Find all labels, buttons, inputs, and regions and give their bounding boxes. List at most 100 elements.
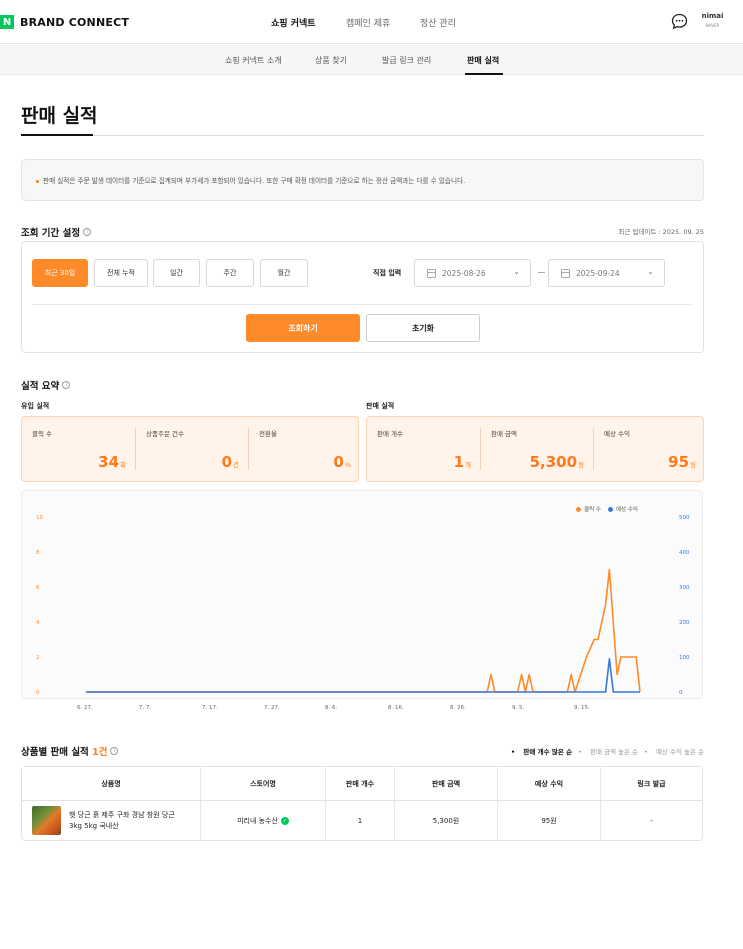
y-right-tick-label: 100: [679, 655, 690, 661]
x-tick-label: 7. 17.: [202, 705, 218, 711]
reset-button[interactable]: 초기화: [366, 314, 480, 342]
top-nav-settlement[interactable]: 정산 관리: [420, 16, 456, 29]
metric-label: 판매 금액: [491, 430, 517, 438]
x-tick-label: 9. 15.: [574, 705, 590, 711]
sort-by-profit[interactable]: • 예상 수익 높은 순: [644, 746, 704, 756]
period-button-30days[interactable]: 최근 30일: [32, 259, 88, 287]
metric-unit: 건: [233, 461, 239, 469]
notice-text: 판매 실적은 주문 발생 데이터를 기준으로 집계되며 부가세가 포함되어 있습…: [43, 177, 466, 185]
products-title-text: 상품별 판매 실적: [21, 747, 89, 758]
product-name[interactable]: 햇 당근 흙 제주 구좌 경남 창원 당근 3kg 5kg 국내산: [69, 810, 189, 832]
notice-box: 판매 실적은 주문 발생 데이터를 기준으로 집계되며 부가세가 포함되어 있습…: [21, 159, 704, 201]
y-right-tick-label: 0: [679, 690, 683, 696]
sort-options: • 판매 개수 많은 순 • 판매 금액 높은 순 • 예상 수익 높은 순: [505, 746, 704, 756]
link-issue-cell[interactable]: -: [601, 801, 702, 840]
metric-unit: %: [344, 461, 351, 469]
column-header: 판매 개수: [326, 767, 395, 801]
y-right-tick-label: 300: [679, 585, 690, 591]
metric-label: 상품주문 건수: [146, 430, 184, 438]
top-nav-campaign[interactable]: 캠페인 제휴: [346, 16, 390, 29]
summary-section-title: 실적 요약 i: [21, 378, 71, 392]
metric-number: 0: [221, 453, 233, 471]
info-icon[interactable]: i: [62, 381, 71, 389]
chat-icon[interactable]: [671, 13, 688, 30]
brand-name: BRAND CONNECT: [20, 15, 130, 29]
products-section-title: 상품별 판매 실적 1건 i: [21, 744, 119, 758]
sub-nav-intro[interactable]: 쇼핑 커넥트 소개: [225, 55, 282, 66]
x-tick-label: 7. 27.: [264, 705, 280, 711]
user-avatar[interactable]: nimai NAVER: [700, 12, 725, 34]
start-date-value: 2025-08-26: [442, 269, 486, 278]
metric-value: 0건: [222, 453, 239, 471]
profit-cell: 95원: [498, 801, 601, 840]
calendar-icon: [427, 269, 436, 278]
metric-unit: 회: [120, 461, 126, 469]
metric-label: 클릭 수: [32, 430, 53, 438]
brand-logo[interactable]: N BRAND CONNECT: [0, 15, 129, 29]
sort-by-amount[interactable]: • 판매 금액 높은 순: [578, 746, 638, 756]
products-count: 1건: [92, 747, 108, 758]
end-date-field[interactable]: 2025-09-24 ⌄: [548, 259, 665, 287]
x-tick-label: 8. 6.: [325, 705, 338, 711]
metric-quantity: 판매 개수 1개: [367, 417, 479, 481]
metric-profit: 예상 수익 95원: [594, 417, 704, 481]
y-left-tick-label: 4: [36, 620, 40, 626]
chart-x-axis: 6. 27. 7. 7. 7. 17. 7. 27. 8. 6. 8. 16. 8. 26.…: [21, 705, 703, 715]
start-date-field[interactable]: 2025-08-26 ⌄: [414, 259, 531, 287]
avatar-subtext: NAVER: [705, 23, 720, 28]
column-header: 예상 수익: [498, 767, 601, 801]
product-cell[interactable]: 햇 당근 흙 제주 구좌 경남 창원 당근 3kg 5kg 국내산: [22, 801, 201, 840]
info-icon[interactable]: i: [83, 228, 92, 236]
sort-by-quantity[interactable]: • 판매 개수 많은 순: [511, 746, 572, 756]
x-tick-label: 6. 27.: [77, 705, 93, 711]
sort-label: 예상 수익 높은 순: [655, 748, 704, 756]
metric-number: 34: [98, 453, 120, 471]
sort-label: 판매 금액 높은 순: [589, 748, 639, 756]
y-right-tick-label: 500: [679, 515, 690, 521]
x-tick-label: 9. 5.: [512, 705, 525, 711]
x-tick-label: 8. 16.: [388, 705, 404, 711]
metric-unit: 개: [465, 461, 471, 469]
table-row[interactable]: 햇 당근 흙 제주 구좌 경남 창원 당근 3kg 5kg 국내산 미리내 농수…: [22, 801, 702, 840]
metric-label: 전환율: [259, 430, 277, 438]
sub-nav-link-management[interactable]: 발급 링크 관리: [382, 55, 431, 66]
metric-value: 1개: [454, 453, 471, 471]
search-button[interactable]: 조회하기: [246, 314, 360, 342]
summary-title-text: 실적 요약: [21, 381, 60, 392]
y-right-tick-label: 400: [679, 550, 690, 556]
product-thumbnail[interactable]: [32, 806, 61, 835]
inflow-summary-card: 클릭 수 34회 상품주문 건수 0건 전환율 0%: [21, 416, 359, 482]
calendar-icon: [561, 269, 570, 278]
period-button-weekly[interactable]: 주간: [206, 259, 254, 287]
period-button-monthly[interactable]: 월간: [260, 259, 308, 287]
metric-unit: 원: [578, 461, 584, 469]
y-left-tick-label: 8: [36, 550, 40, 556]
avatar-text: nimai: [701, 12, 724, 20]
direct-input-label: 직접 입력: [373, 269, 402, 277]
top-nav-shopping-connect[interactable]: 쇼핑 커넥트: [271, 16, 316, 29]
metric-conversion: 전환율 0%: [249, 417, 359, 481]
metric-amount: 판매 금액 5,300원: [481, 417, 592, 481]
column-header: 스토어명: [201, 767, 326, 801]
sub-nav-find-products[interactable]: 상품 찾기: [315, 55, 347, 66]
date-range-separator: [538, 272, 545, 273]
bullet-icon: [36, 180, 39, 183]
sales-label: 판매 실적: [366, 402, 395, 410]
metric-number: 95: [668, 453, 690, 471]
sub-nav-sales-performance[interactable]: 판매 실적: [467, 55, 499, 66]
period-button-daily[interactable]: 일간: [153, 259, 200, 287]
table-header-row: 상품명 스토어명 판매 개수 판매 금액 예상 수익 링크 발급: [22, 767, 702, 801]
column-header: 판매 금액: [395, 767, 498, 801]
clicks-series-line: [86, 568, 641, 693]
chevron-down-icon: ⌄: [647, 267, 654, 276]
amount-cell: 5,300원: [395, 801, 498, 840]
metric-value: 0%: [333, 453, 351, 471]
metric-number: 1: [453, 453, 465, 471]
metric-label: 예상 수익: [604, 430, 630, 438]
period-button-all[interactable]: 전체 누적: [94, 259, 148, 287]
info-icon[interactable]: i: [110, 747, 119, 755]
y-right-tick-label: 200: [679, 620, 690, 626]
y-left-tick-label: 10: [36, 515, 43, 521]
title-divider: [93, 135, 704, 136]
y-left-tick-label: 0: [36, 690, 40, 696]
